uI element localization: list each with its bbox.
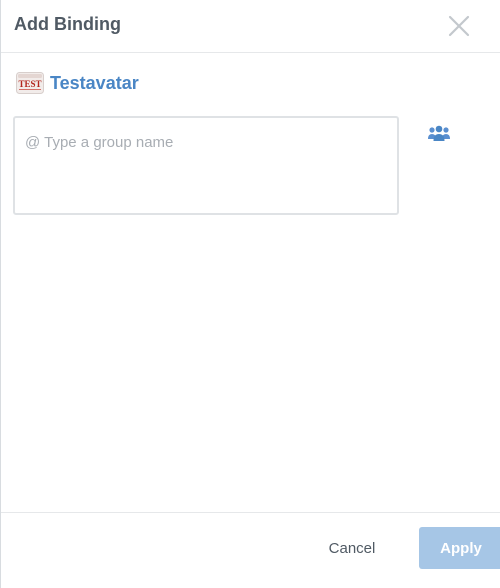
- avatar-image-lettering: TEST: [18, 79, 41, 89]
- apply-button[interactable]: Apply: [419, 527, 500, 569]
- dialog-footer: Cancel Apply: [1, 512, 500, 588]
- avatar: TEST: [16, 72, 44, 94]
- cancel-button[interactable]: Cancel: [313, 527, 391, 569]
- close-icon[interactable]: [447, 14, 471, 38]
- subject-row: TEST Testavatar: [16, 70, 139, 96]
- dialog-title: Add Binding: [14, 14, 121, 34]
- dialog-header: Add Binding: [1, 0, 500, 53]
- users-group-icon[interactable]: [427, 124, 451, 144]
- add-binding-dialog: Add Binding TEST Testavatar Cancel Apply: [0, 0, 500, 588]
- svg-text:TEST: TEST: [18, 79, 41, 89]
- subject-name[interactable]: Testavatar: [50, 73, 139, 94]
- group-name-input[interactable]: [13, 116, 399, 215]
